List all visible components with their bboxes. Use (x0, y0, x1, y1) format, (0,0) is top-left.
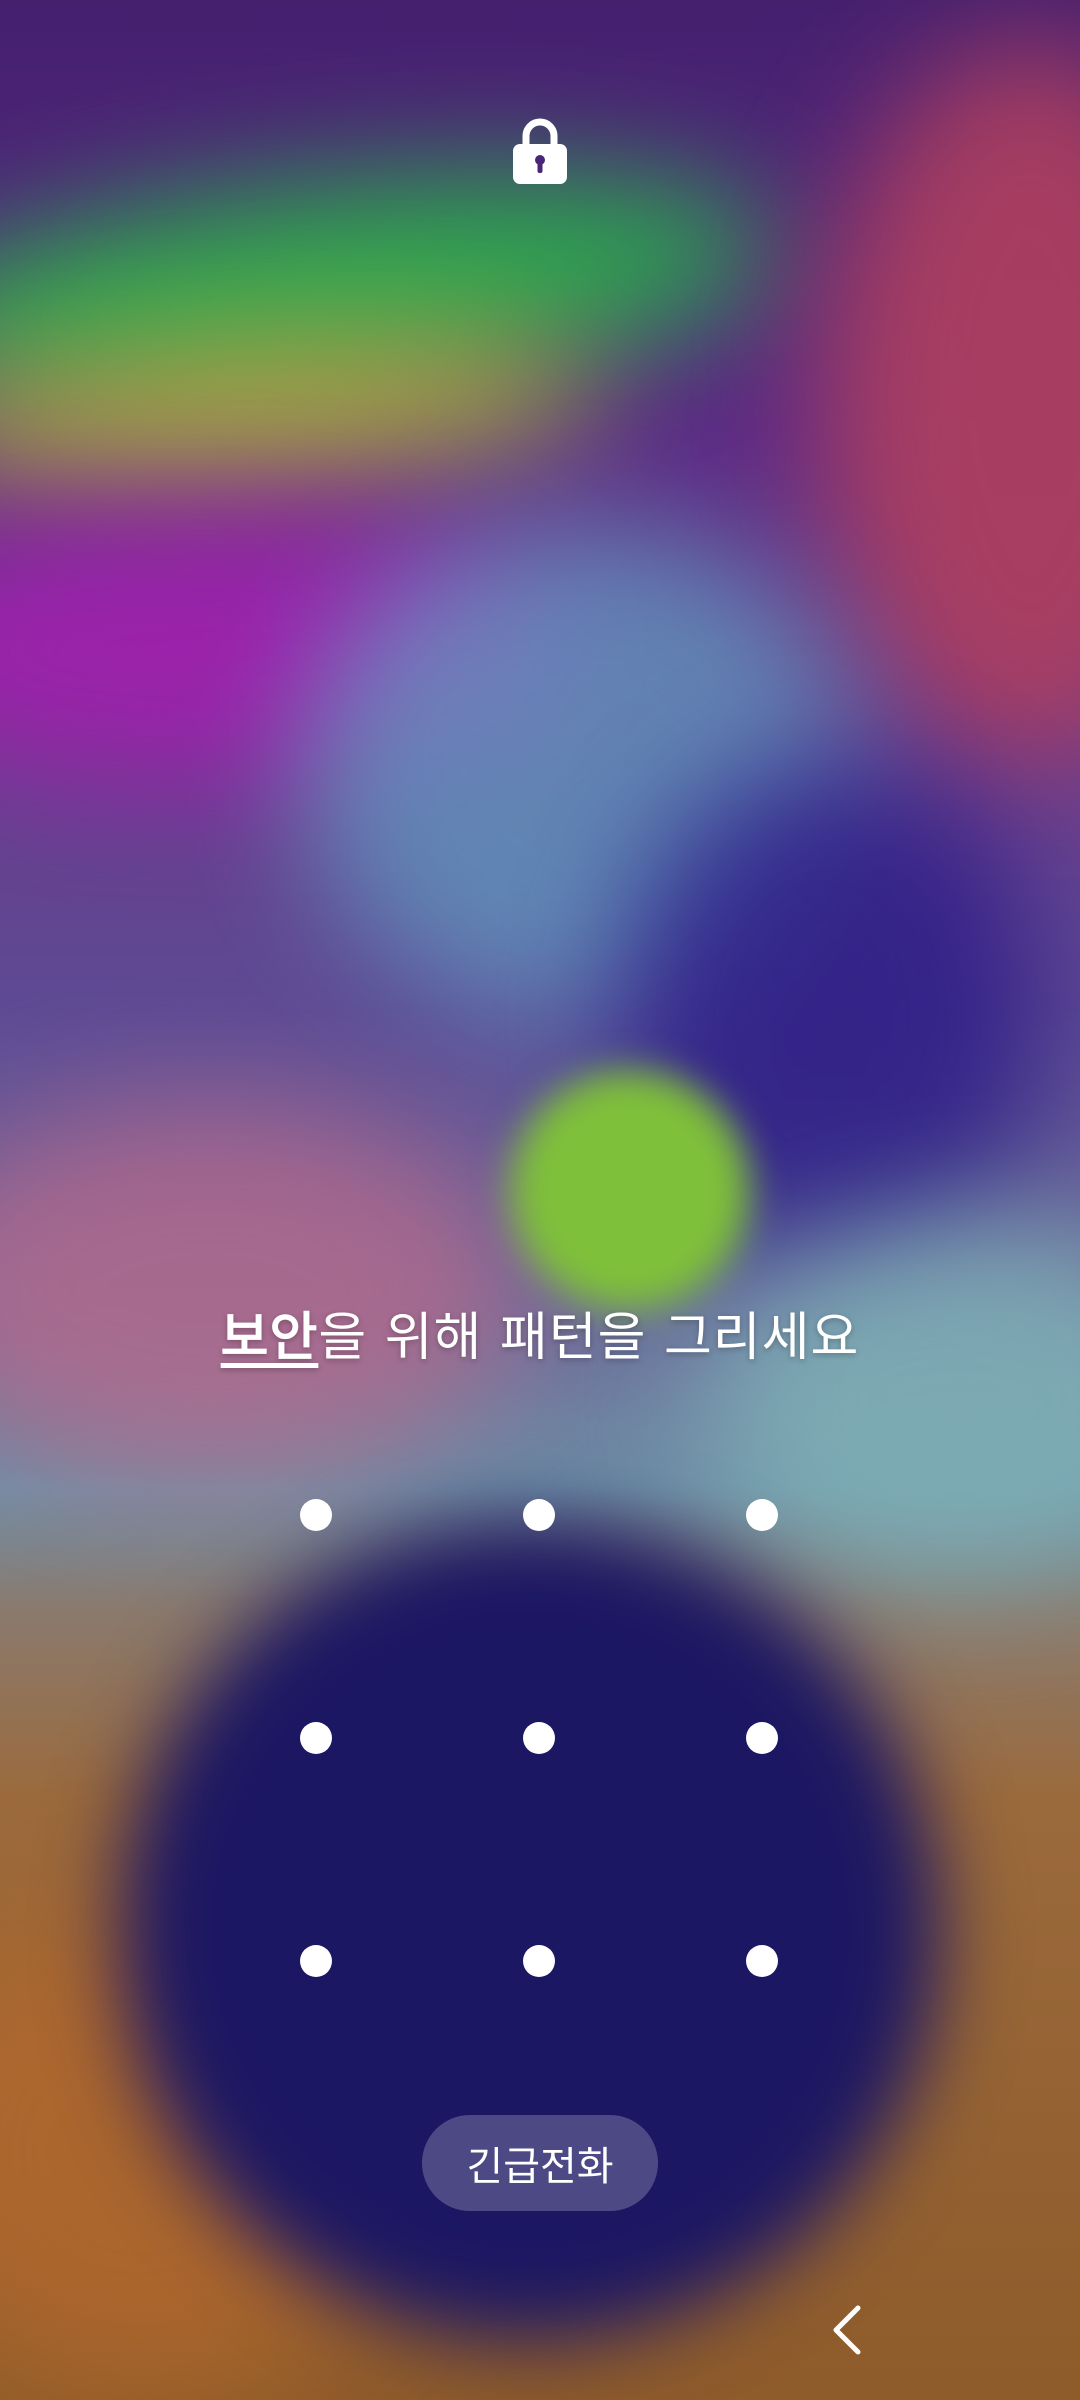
pattern-dot[interactable] (746, 1722, 778, 1754)
pattern-dot[interactable] (746, 1945, 778, 1977)
wallpaper-blob (0, 1100, 520, 1480)
wallpaper-blob (510, 1070, 750, 1310)
lock-icon (513, 118, 567, 184)
emergency-call-button[interactable]: 긴급전화 (422, 2115, 658, 2211)
pattern-dot[interactable] (523, 1722, 555, 1754)
wallpaper (0, 0, 1080, 2400)
security-info-link[interactable]: 보안 (221, 1308, 319, 1368)
wallpaper-blob (120, 1520, 940, 2340)
pattern-dot[interactable] (300, 1722, 332, 1754)
pattern-dot[interactable] (300, 1499, 332, 1531)
pattern-dot[interactable] (523, 1499, 555, 1531)
pattern-prompt-text: 을 위해 패턴을 그리세요 (318, 1308, 860, 1368)
pattern-prompt: 보안을 위해 패턴을 그리세요 (0, 1295, 1080, 1370)
pattern-dot[interactable] (746, 1499, 778, 1531)
pattern-dot[interactable] (523, 1945, 555, 1977)
back-chevron-icon[interactable] (822, 2300, 874, 2360)
wallpaper-blob (820, 40, 1080, 760)
pattern-dot[interactable] (300, 1945, 332, 1977)
